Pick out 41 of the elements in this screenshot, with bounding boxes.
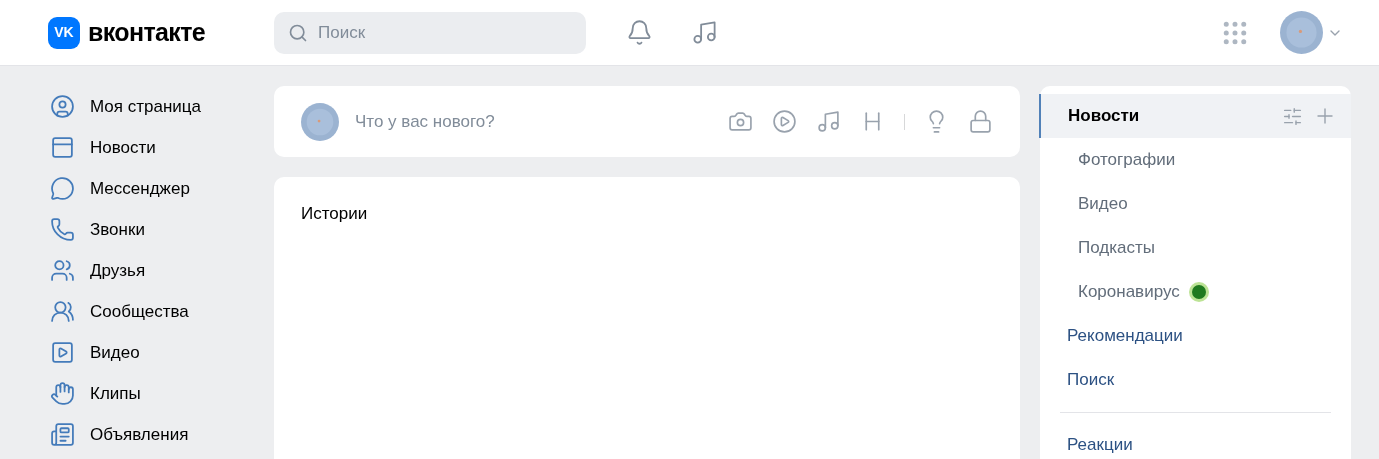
composer-field[interactable]: Что у вас нового? bbox=[355, 108, 712, 135]
search-icon bbox=[288, 22, 308, 43]
stories-title: Истории bbox=[301, 204, 368, 223]
community-icon bbox=[50, 299, 75, 324]
avatar[interactable] bbox=[1280, 11, 1323, 54]
sidebar-item[interactable]: Новости bbox=[90, 134, 156, 161]
news-menu-item[interactable]: Видео bbox=[1040, 182, 1351, 226]
lock-icon[interactable] bbox=[968, 109, 993, 134]
music-icon[interactable] bbox=[691, 19, 718, 46]
chat-icon bbox=[50, 176, 75, 201]
avatar[interactable] bbox=[301, 102, 339, 141]
video-icon bbox=[50, 340, 75, 365]
news-menu-item[interactable]: Новости bbox=[1039, 94, 1351, 138]
phone-icon bbox=[50, 217, 75, 242]
sidebar-item[interactable]: Друзья bbox=[90, 257, 146, 284]
news-menu-item[interactable]: Реакции bbox=[1040, 423, 1351, 459]
sidebar-item[interactable]: Клипы bbox=[90, 380, 141, 407]
search-field[interactable]: Поиск bbox=[274, 11, 586, 54]
news-menu-item[interactable]: Коронавирус bbox=[1040, 270, 1351, 314]
sidebar-item[interactable]: Объявления bbox=[90, 421, 189, 448]
camera-icon[interactable] bbox=[728, 109, 753, 134]
sidebar-item[interactable]: Мессенджер bbox=[90, 175, 190, 202]
filter-icon[interactable] bbox=[1282, 105, 1303, 127]
logo-mark[interactable]: VK bbox=[48, 16, 80, 49]
newspaper-icon bbox=[50, 422, 75, 447]
user-icon bbox=[50, 94, 75, 119]
sidebar-item[interactable]: Видео bbox=[90, 339, 140, 366]
sidebar-item[interactable]: Звонки bbox=[90, 216, 145, 243]
music-icon[interactable] bbox=[816, 109, 841, 134]
sidebar-item[interactable]: Сообщества bbox=[90, 298, 189, 325]
news-menu-item[interactable]: Подкасты bbox=[1040, 226, 1351, 270]
news-icon bbox=[50, 135, 75, 160]
play-icon[interactable] bbox=[772, 109, 797, 134]
news-menu-item[interactable]: Поиск bbox=[1040, 358, 1351, 402]
hand-icon bbox=[50, 381, 75, 406]
friends-icon bbox=[50, 258, 75, 283]
bell-icon[interactable] bbox=[626, 19, 653, 46]
news-menu-item[interactable]: Фотографии bbox=[1040, 138, 1351, 182]
sidebar-item[interactable]: Моя страница bbox=[90, 93, 201, 120]
news-menu-item[interactable]: Рекомендации bbox=[1040, 314, 1351, 358]
logo-text[interactable]: вконтакте bbox=[88, 13, 206, 52]
